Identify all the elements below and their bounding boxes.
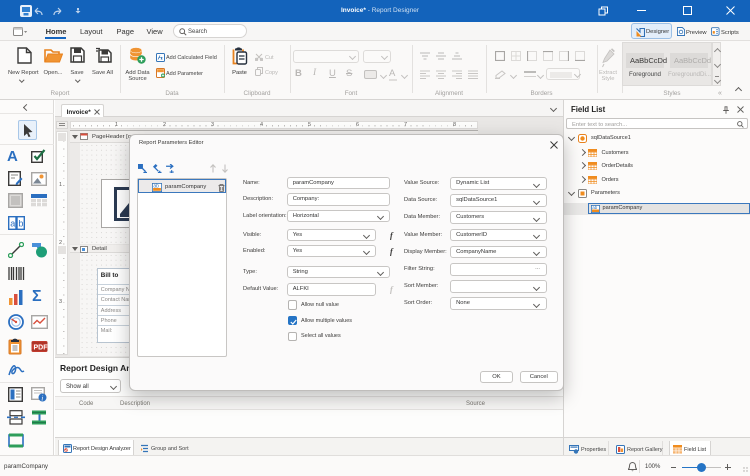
svg-text:b: b	[18, 219, 23, 229]
svg-text:PDF: PDF	[34, 345, 49, 352]
svg-text:i: i	[41, 393, 43, 402]
svg-text:a: a	[10, 219, 15, 229]
svg-text:ab: ab	[592, 205, 598, 210]
svg-text:ab: ab	[153, 184, 159, 190]
